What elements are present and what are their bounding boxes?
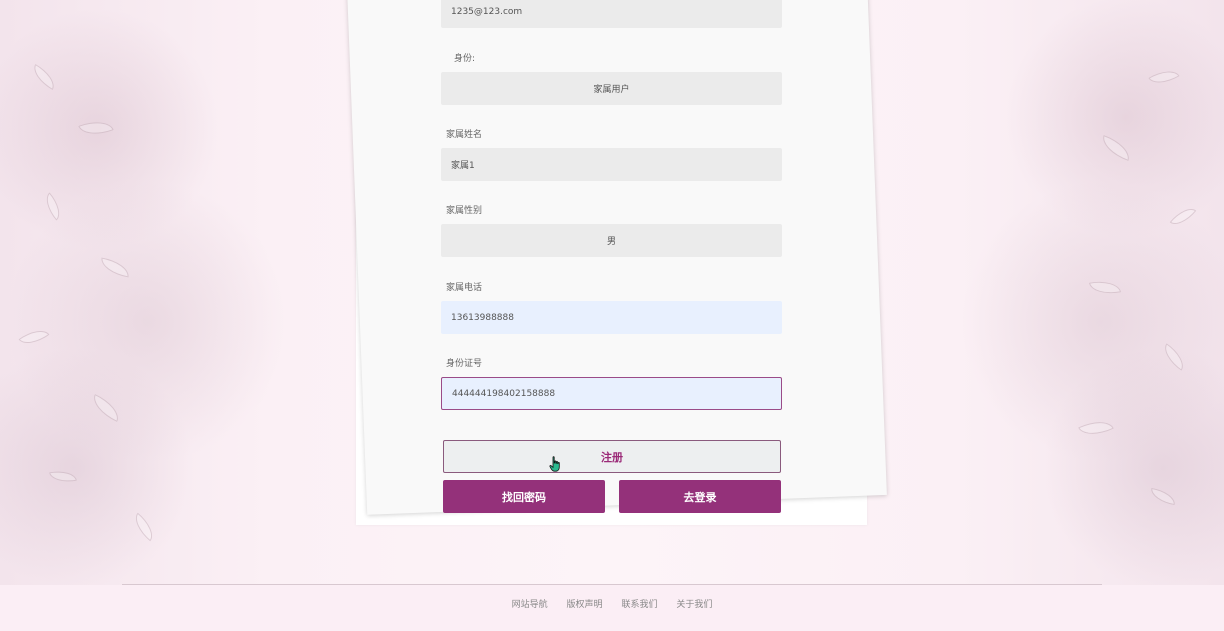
identity-value: 家属用户 [593, 85, 630, 95]
family-phone-label: 家属电话 [446, 283, 483, 293]
family-name-value: 家属1 [451, 161, 475, 171]
id-number-label: 身份证号 [446, 359, 483, 369]
family-phone-field[interactable]: 13613988888 [441, 301, 782, 334]
id-number-value: 444444198402158888 [452, 388, 556, 399]
footer-link-copyright[interactable]: 版权声明 [567, 597, 603, 610]
register-button-label: 注册 [601, 450, 623, 464]
footer-nav: 网站导航 版权声明 联系我们 关于我们 [0, 597, 1224, 610]
family-gender-value: 男 [606, 237, 616, 247]
identity-select[interactable]: 家属用户 [441, 72, 782, 105]
family-phone-value: 13613988888 [451, 312, 514, 323]
footer-link-about[interactable]: 关于我们 [676, 597, 712, 610]
id-number-field[interactable]: 444444198402158888 [441, 377, 782, 410]
email-field[interactable]: 1235@123.com [441, 0, 782, 28]
find-password-label: 找回密码 [502, 490, 546, 504]
hand-pointer-icon [549, 456, 560, 472]
footer-link-contact[interactable]: 联系我们 [621, 597, 657, 610]
family-name-field[interactable]: 家属1 [441, 148, 782, 181]
footer-divider [122, 584, 1102, 585]
email-value: 1235@123.com [451, 6, 523, 17]
family-name-label: 家属姓名 [446, 130, 483, 140]
go-login-label: 去登录 [683, 490, 717, 504]
family-gender-label: 家属性别 [446, 206, 483, 216]
identity-label: 身份: [454, 54, 476, 64]
go-login-button[interactable]: 去登录 [619, 480, 781, 513]
footer-link-site-nav[interactable]: 网站导航 [512, 597, 548, 610]
register-button[interactable]: 注册 [443, 440, 781, 473]
find-password-button[interactable]: 找回密码 [443, 480, 605, 513]
family-gender-select[interactable]: 男 [441, 224, 782, 257]
